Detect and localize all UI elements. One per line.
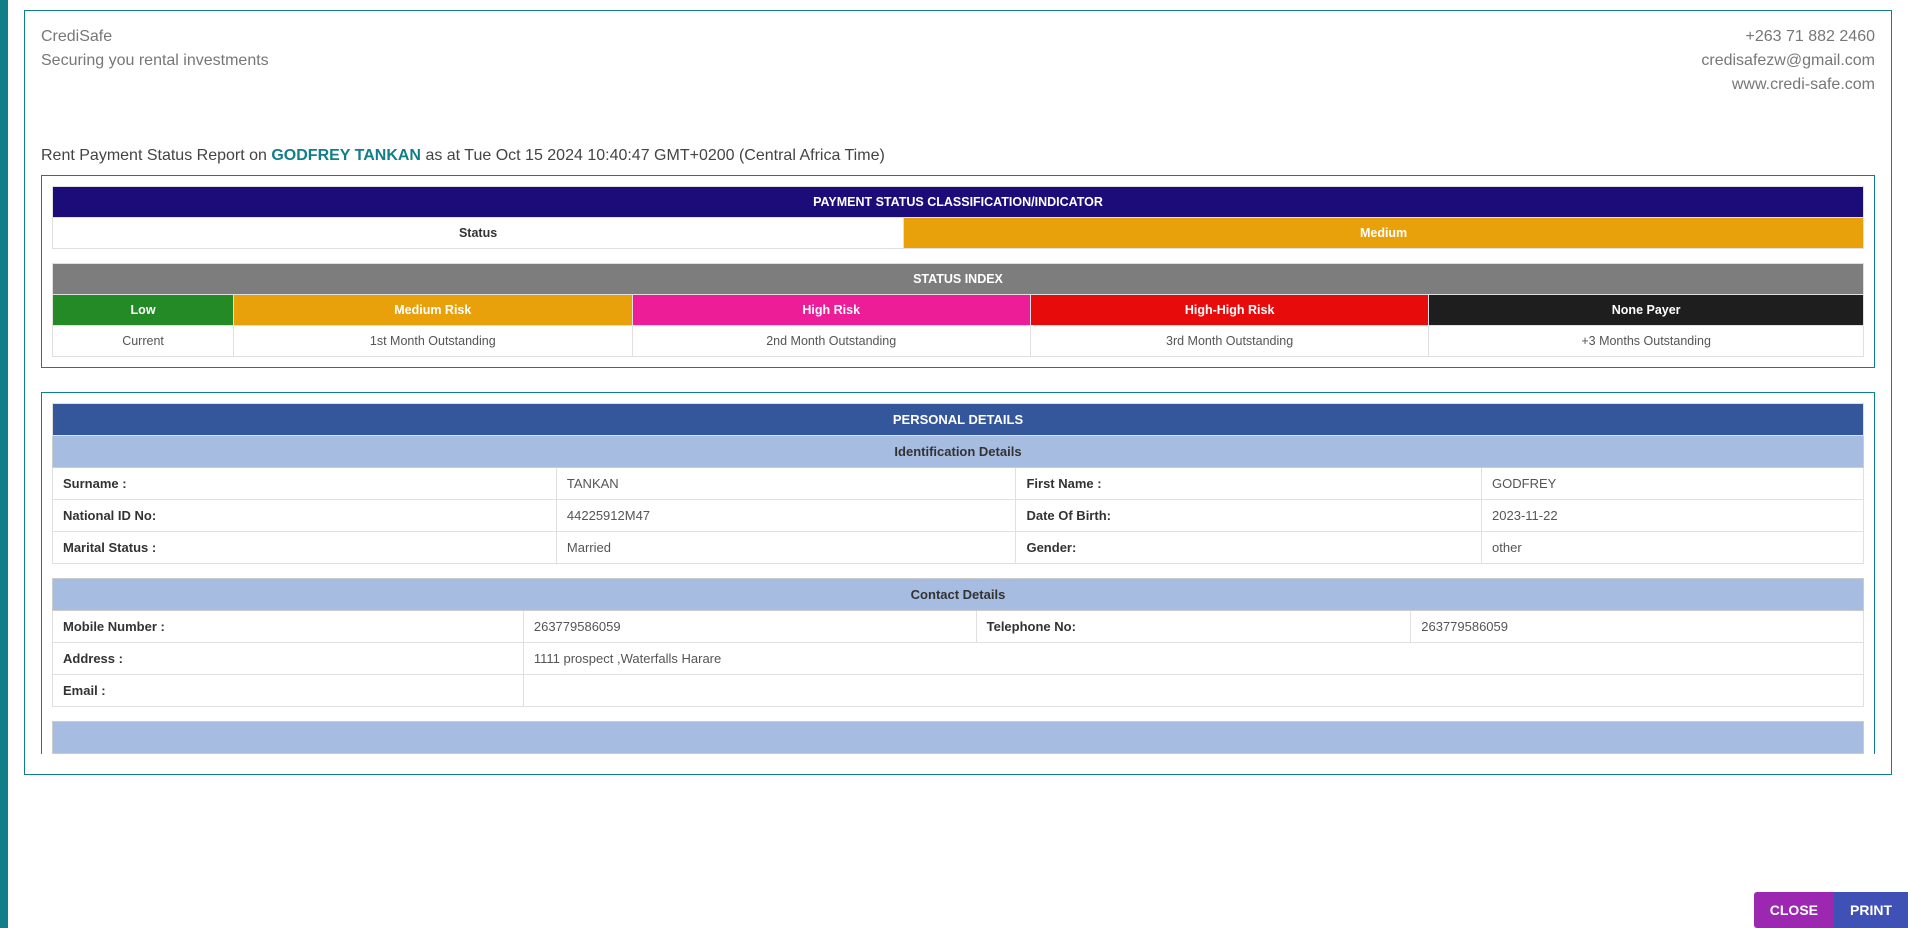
status-index-desc: 3rd Month Outstanding (1030, 326, 1428, 357)
gender-value: other (1482, 532, 1864, 564)
status-index-level: None Payer (1429, 295, 1864, 326)
status-index-table: STATUS INDEX LowMedium RiskHigh RiskHigh… (52, 263, 1864, 357)
company-phone: +263 71 882 2460 (1701, 25, 1875, 49)
company-email: credisafezw@gmail.com (1701, 49, 1875, 73)
gender-label: Gender: (1016, 532, 1482, 564)
status-index-desc: 1st Month Outstanding (234, 326, 632, 357)
status-index-level: High-High Risk (1030, 295, 1428, 326)
status-index-desc: Current (53, 326, 234, 357)
brand-name: CrediSafe (41, 25, 269, 49)
status-index-level: Medium Risk (234, 295, 632, 326)
brand-tagline: Securing you rental investments (41, 49, 269, 73)
left-accent-strip (0, 0, 8, 928)
contact-details-header: Contact Details (53, 579, 1864, 611)
email-value (523, 675, 1863, 707)
address-value: 1111 prospect ,Waterfalls Harare (523, 643, 1863, 675)
personal-details-panel: PERSONAL DETAILS Identification Details … (41, 392, 1875, 754)
report-container: CrediSafe Securing you rental investment… (24, 10, 1892, 775)
telephone-label: Telephone No: (976, 611, 1411, 643)
identification-details-header: Identification Details (53, 436, 1864, 468)
status-classification-table: PAYMENT STATUS CLASSIFICATION/INDICATOR … (52, 186, 1864, 249)
email-label: Email : (53, 675, 524, 707)
address-label: Address : (53, 643, 524, 675)
modal-footer-actions: CLOSE PRINT (1754, 892, 1908, 928)
marital-value: Married (556, 532, 1016, 564)
personal-details-table: PERSONAL DETAILS Identification Details … (52, 403, 1864, 564)
close-button[interactable]: CLOSE (1754, 892, 1834, 928)
status-index-desc: 2nd Month Outstanding (632, 326, 1030, 357)
telephone-value: 263779586059 (1411, 611, 1864, 643)
personal-details-header: PERSONAL DETAILS (53, 404, 1864, 436)
report-header: CrediSafe Securing you rental investment… (41, 25, 1875, 97)
report-title-suffix: as at Tue Oct 15 2024 10:40:47 GMT+0200 … (425, 147, 884, 164)
contact-block: +263 71 882 2460 credisafezw@gmail.com w… (1701, 25, 1875, 97)
mobile-value: 263779586059 (523, 611, 976, 643)
marital-label: Marital Status : (53, 532, 557, 564)
status-index-level: High Risk (632, 295, 1030, 326)
firstname-value: GODFREY (1482, 468, 1864, 500)
status-index-header: STATUS INDEX (53, 264, 1864, 295)
brand-block: CrediSafe Securing you rental investment… (41, 25, 269, 97)
report-title-prefix: Rent Payment Status Report on (41, 147, 271, 164)
print-button[interactable]: PRINT (1834, 892, 1908, 928)
nationalid-label: National ID No: (53, 500, 557, 532)
mobile-label: Mobile Number : (53, 611, 524, 643)
contact-details-table: Contact Details Mobile Number : 26377958… (52, 578, 1864, 707)
status-table-header: PAYMENT STATUS CLASSIFICATION/INDICATOR (53, 187, 1864, 218)
next-section-table (52, 721, 1864, 754)
firstname-label: First Name : (1016, 468, 1482, 500)
dob-value: 2023-11-22 (1482, 500, 1864, 532)
company-website: www.credi-safe.com (1701, 73, 1875, 97)
dob-label: Date Of Birth: (1016, 500, 1482, 532)
status-index-level: Low (53, 295, 234, 326)
status-panel: PAYMENT STATUS CLASSIFICATION/INDICATOR … (41, 175, 1875, 368)
surname-value: TANKAN (556, 468, 1016, 500)
nationalid-value: 44225912M47 (556, 500, 1016, 532)
status-label: Status (53, 218, 904, 249)
next-section-header (53, 722, 1864, 754)
status-value: Medium (904, 218, 1864, 249)
surname-label: Surname : (53, 468, 557, 500)
status-index-desc: +3 Months Outstanding (1429, 326, 1864, 357)
report-title: Rent Payment Status Report on GODFREY TA… (41, 147, 1875, 165)
report-subject-name: GODFREY TANKAN (271, 147, 421, 164)
